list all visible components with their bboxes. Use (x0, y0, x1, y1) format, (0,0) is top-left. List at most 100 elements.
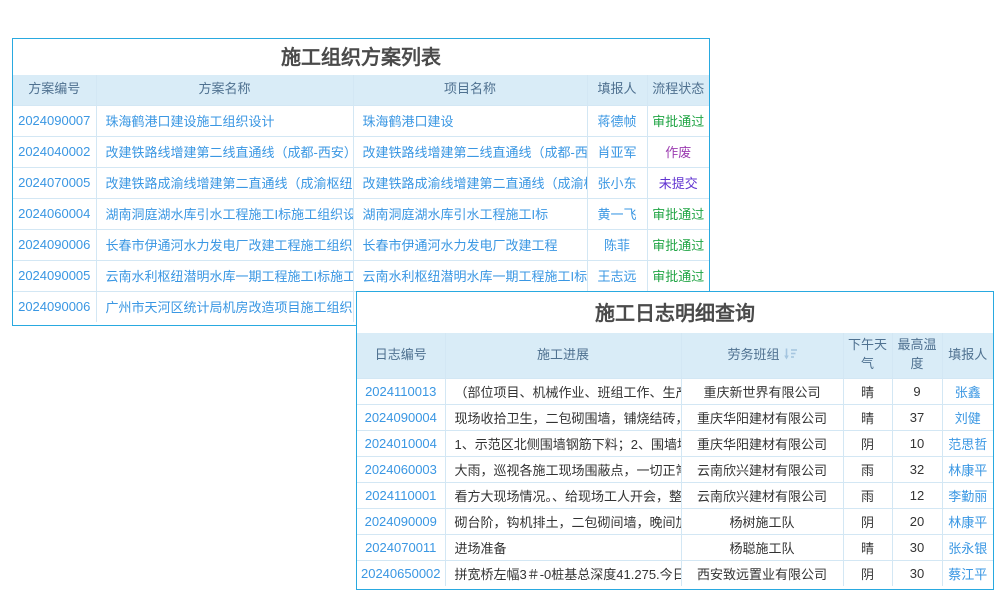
table-row: 2024070005改建铁路成渝线增建第二直通线（成渝枢纽）...改建铁路成渝线… (13, 167, 709, 198)
project-name-link[interactable]: 云南水利枢纽潜明水库一期工程施工I标 (353, 260, 587, 291)
reporter-link[interactable]: 蒋德帧 (587, 105, 647, 136)
plan-id-link[interactable]: 2024070005 (13, 167, 96, 198)
temp-value: 9 (892, 378, 942, 404)
weather-value: 雨 (843, 456, 892, 482)
reporter-link[interactable]: 张鑫 (942, 378, 993, 404)
plan-name-link[interactable]: 改建铁路线增建第二线直通线（成都-西安）... (96, 136, 353, 167)
plan-name-link[interactable]: 广州市天河区统计局机房改造项目施工组织设计 (96, 291, 353, 322)
weather-value: 晴 (843, 404, 892, 430)
temp-value: 12 (892, 482, 942, 508)
plan-table: 方案编号 方案名称 项目名称 填报人 流程状态 2024090007珠海鹤港口建… (13, 75, 709, 322)
status-badge: 审批通过 (647, 260, 709, 291)
reporter-link[interactable]: 范思哲 (942, 430, 993, 456)
log-table-header-row: 日志编号 施工进展 劳务班组 下午天气 最高温度 填报人 (357, 333, 993, 378)
table-row: 20240650002拼宽桥左幅3＃-0桩基总深度41.275.今日进...西安… (357, 560, 993, 586)
log-table-body: 2024110013（部位项目、机械作业、班组工作、生产...重庆新世界有限公司… (357, 378, 993, 586)
log-id-link[interactable]: 2024090009 (357, 508, 445, 534)
team-name: 重庆华阳建材有限公司 (681, 404, 843, 430)
col-header-progress: 施工进展 (445, 333, 681, 378)
col-header-team[interactable]: 劳务班组 (681, 333, 843, 378)
plan-name-link[interactable]: 云南水利枢纽潜明水库一期工程施工I标施工组... (96, 260, 353, 291)
plan-name-link[interactable]: 珠海鹤港口建设施工组织设计 (96, 105, 353, 136)
log-id-link[interactable]: 2024110001 (357, 482, 445, 508)
project-name-link[interactable]: 改建铁路成渝线增建第二直通线（成渝枢... (353, 167, 587, 198)
progress-text: 看方大现场情况。、给现场工人开会，整... (445, 482, 681, 508)
status-badge: 审批通过 (647, 229, 709, 260)
log-id-link[interactable]: 2024070011 (357, 534, 445, 560)
team-name: 杨树施工队 (681, 508, 843, 534)
team-name: 重庆华阳建材有限公司 (681, 430, 843, 456)
col-header-max-temp: 最高温度 (892, 333, 942, 378)
reporter-link[interactable]: 陈菲 (587, 229, 647, 260)
plan-name-link[interactable]: 改建铁路成渝线增建第二直通线（成渝枢纽）... (96, 167, 353, 198)
plan-id-link[interactable]: 2024040002 (13, 136, 96, 167)
reporter-link[interactable]: 李勤丽 (942, 482, 993, 508)
log-id-link[interactable]: 20240650002 (357, 560, 445, 586)
plan-name-link[interactable]: 湖南洞庭湖水库引水工程施工I标施工组织设计 (96, 198, 353, 229)
temp-value: 20 (892, 508, 942, 534)
project-name-link[interactable]: 长春市伊通河水力发电厂改建工程 (353, 229, 587, 260)
progress-text: 大雨，巡视各施工现场围蔽点，一切正常... (445, 456, 681, 482)
reporter-link[interactable]: 林康平 (942, 508, 993, 534)
progress-text: 拼宽桥左幅3＃-0桩基总深度41.275.今日进... (445, 560, 681, 586)
log-id-link[interactable]: 2024090004 (357, 404, 445, 430)
team-name: 云南欣兴建材有限公司 (681, 456, 843, 482)
progress-text: 砌台阶，钩机排土，二包砌间墙，晚间加... (445, 508, 681, 534)
plan-id-link[interactable]: 2024060004 (13, 198, 96, 229)
temp-value: 37 (892, 404, 942, 430)
project-name-link[interactable]: 珠海鹤港口建设 (353, 105, 587, 136)
reporter-link[interactable]: 蔡江平 (942, 560, 993, 586)
col-header-log-reporter: 填报人 (942, 333, 993, 378)
plan-id-link[interactable]: 2024090007 (13, 105, 96, 136)
plan-list-title: 施工组织方案列表 (13, 39, 709, 75)
log-query-panel: 施工日志明细查询 日志编号 施工进展 劳务班组 (356, 291, 994, 590)
plan-id-link[interactable]: 2024090006 (13, 229, 96, 260)
progress-text: 进场准备 (445, 534, 681, 560)
col-header-pm-weather: 下午天气 (843, 333, 892, 378)
table-row: 2024060003大雨，巡视各施工现场围蔽点，一切正常...云南欣兴建材有限公… (357, 456, 993, 482)
temp-value: 30 (892, 560, 942, 586)
weather-value: 阴 (843, 430, 892, 456)
status-badge: 作废 (647, 136, 709, 167)
col-header-flow-status: 流程状态 (647, 75, 709, 105)
reporter-link[interactable]: 肖亚军 (587, 136, 647, 167)
table-row: 2024090004现场收拾卫生，二包砌围墙，铺烧结砖，...重庆华阳建材有限公… (357, 404, 993, 430)
table-row: 2024040002改建铁路线增建第二线直通线（成都-西安）...改建铁路线增建… (13, 136, 709, 167)
progress-text: 1、示范区北侧围墙钢筋下料；2、围墙地... (445, 430, 681, 456)
team-name: 杨聪施工队 (681, 534, 843, 560)
col-header-project-name: 项目名称 (353, 75, 587, 105)
log-id-link[interactable]: 2024060003 (357, 456, 445, 482)
sort-amount-down-icon[interactable] (784, 348, 797, 360)
reporter-link[interactable]: 林康平 (942, 456, 993, 482)
reporter-link[interactable]: 张小东 (587, 167, 647, 198)
progress-text: 现场收拾卫生，二包砌围墙，铺烧结砖，... (445, 404, 681, 430)
plan-id-link[interactable]: 2024090006 (13, 291, 96, 322)
plan-id-link[interactable]: 2024090005 (13, 260, 96, 291)
log-query-title: 施工日志明细查询 (357, 292, 993, 333)
status-badge: 审批通过 (647, 105, 709, 136)
weather-value: 阴 (843, 560, 892, 586)
plan-list-panel: 施工组织方案列表 方案编号 方案名称 项目名称 填报人 流程状态 2024090… (12, 38, 710, 326)
log-id-link[interactable]: 2024110013 (357, 378, 445, 404)
temp-value: 32 (892, 456, 942, 482)
weather-value: 阴 (843, 508, 892, 534)
progress-text: （部位项目、机械作业、班组工作、生产... (445, 378, 681, 404)
col-header-team-label: 劳务班组 (727, 347, 779, 362)
reporter-link[interactable]: 张永银 (942, 534, 993, 560)
reporter-link[interactable]: 王志远 (587, 260, 647, 291)
col-header-log-id: 日志编号 (357, 333, 445, 378)
project-name-link[interactable]: 改建铁路线增建第二线直通线（成都-西安... (353, 136, 587, 167)
team-name: 云南欣兴建材有限公司 (681, 482, 843, 508)
table-row: 2024110001看方大现场情况。、给现场工人开会，整...云南欣兴建材有限公… (357, 482, 993, 508)
col-header-reporter: 填报人 (587, 75, 647, 105)
plan-name-link[interactable]: 长春市伊通河水力发电厂改建工程施工组织设计 (96, 229, 353, 260)
col-header-plan-name: 方案名称 (96, 75, 353, 105)
plan-table-body: 2024090007珠海鹤港口建设施工组织设计珠海鹤港口建设蒋德帧审批通过202… (13, 105, 709, 322)
log-id-link[interactable]: 2024010004 (357, 430, 445, 456)
reporter-link[interactable]: 黄一飞 (587, 198, 647, 229)
team-name: 西安致远置业有限公司 (681, 560, 843, 586)
table-row: 2024090006长春市伊通河水力发电厂改建工程施工组织设计长春市伊通河水力发… (13, 229, 709, 260)
project-name-link[interactable]: 湖南洞庭湖水库引水工程施工I标 (353, 198, 587, 229)
reporter-link[interactable]: 刘健 (942, 404, 993, 430)
status-badge: 审批通过 (647, 198, 709, 229)
